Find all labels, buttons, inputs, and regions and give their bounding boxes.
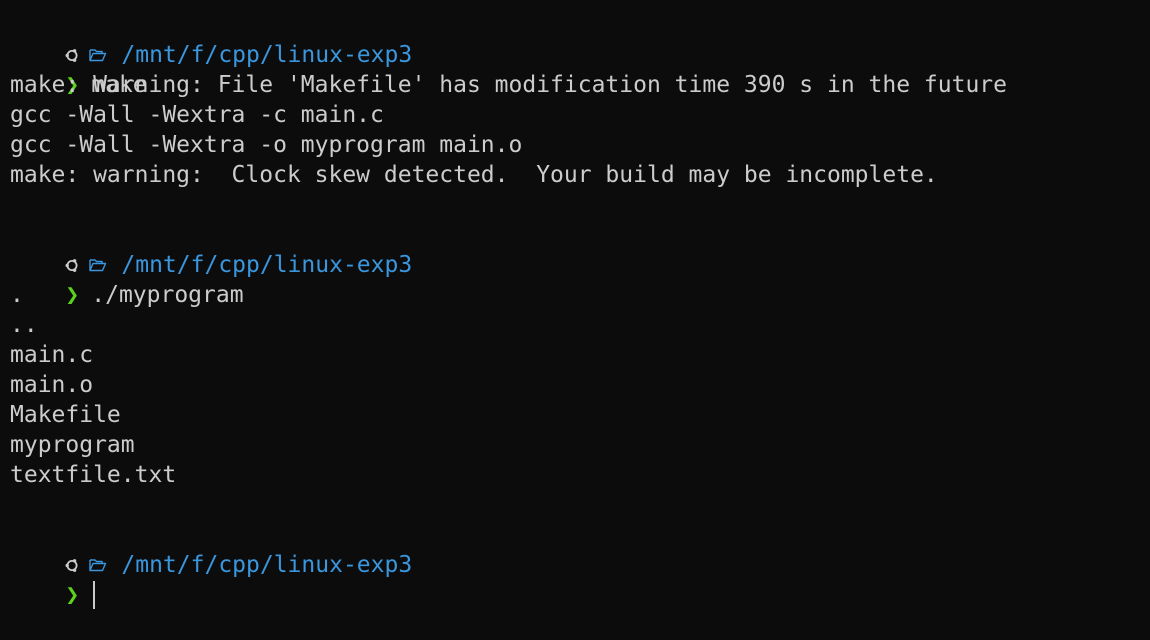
output-line: gcc -Wall -Wextra -o myprogram main.o <box>10 132 523 158</box>
output-line: main.o <box>10 372 94 398</box>
output-line: .. <box>10 312 38 338</box>
prompt-path: /mnt/f/cpp/linux-exp3 <box>121 552 413 578</box>
folder-open-icon <box>89 40 111 70</box>
ubuntu-logo-icon <box>65 250 81 280</box>
output-line: make: warning: Clock skew detected. Your… <box>10 162 938 188</box>
folder-open-icon <box>89 250 111 280</box>
prompt-path: /mnt/f/cpp/linux-exp3 <box>121 252 413 278</box>
folder-open-icon <box>89 550 111 580</box>
output-line: main.c <box>10 342 94 368</box>
prompt-header: /mnt/f/cpp/linux-exp3 <box>0 520 1150 578</box>
ubuntu-logo-icon <box>65 40 81 70</box>
prompt-header: /mnt/f/cpp/linux-exp3 <box>0 220 1150 278</box>
terminal-window[interactable]: /mnt/f/cpp/linux-exp3 ❯ make make: Warnin… <box>0 10 1150 614</box>
output-line: myprogram <box>10 432 135 458</box>
output-line: textfile.txt <box>10 462 177 488</box>
output-line: gcc -Wall -Wextra -c main.c <box>10 102 384 128</box>
prompt-path: /mnt/f/cpp/linux-exp3 <box>121 42 413 68</box>
output-line: make: Warning: File 'Makefile' has modif… <box>10 72 1007 98</box>
prompt-header: /mnt/f/cpp/linux-exp3 <box>0 10 1150 68</box>
ubuntu-logo-icon <box>65 550 81 580</box>
output-line: Makefile <box>10 402 121 428</box>
